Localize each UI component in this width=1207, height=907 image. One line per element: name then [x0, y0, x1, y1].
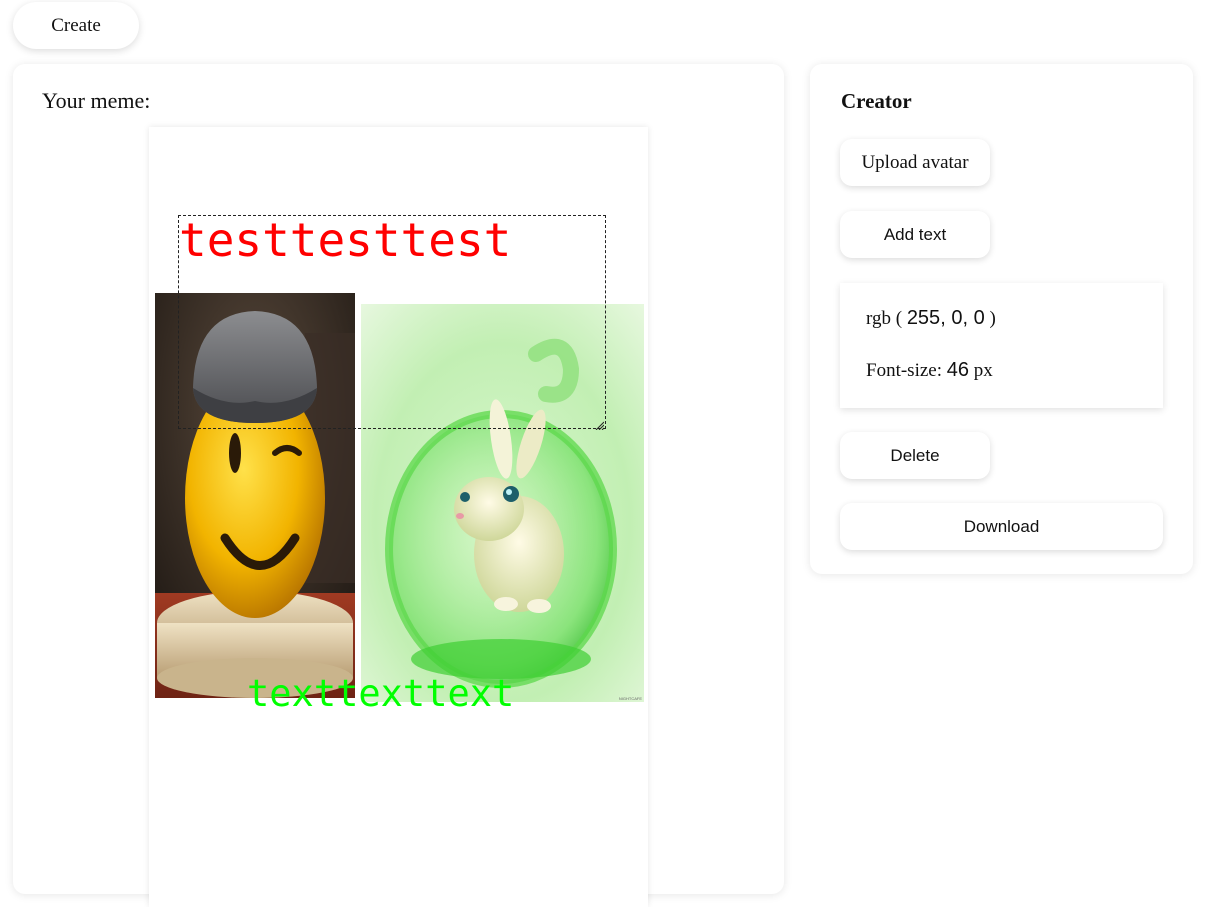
meme-panel: Your meme: NIGHTCAFE testtesttest textte…: [13, 64, 784, 907]
add-text-button[interactable]: Add text: [840, 211, 990, 258]
font-size-label: Font-size:: [866, 360, 942, 381]
font-size-unit: px: [973, 360, 993, 381]
meme-title: Your meme:: [42, 88, 151, 113]
color-g-value[interactable]: 0: [951, 307, 962, 329]
create-button[interactable]: Create: [13, 2, 139, 49]
download-button[interactable]: Download: [840, 503, 1163, 550]
upload-avatar-button[interactable]: Upload avatar: [840, 139, 990, 186]
meme-text-bottom[interactable]: texttexttext: [247, 673, 514, 715]
creator-panel: Creator Upload avatar Add text rgb ( 255…: [810, 64, 1193, 574]
meme-canvas[interactable]: NIGHTCAFE testtesttest texttexttext: [149, 127, 648, 907]
image-watermark: NIGHTCAFE: [618, 696, 642, 701]
color-r-value[interactable]: 255: [907, 307, 940, 329]
delete-button[interactable]: Delete: [840, 432, 990, 479]
creator-title: Creator: [841, 89, 912, 113]
color-sep-1: ,: [940, 307, 952, 329]
text-selection-box[interactable]: [178, 215, 606, 431]
color-sep-2: ,: [962, 307, 974, 329]
text-properties-panel: rgb ( 255, 0, 0 ) Font-size: 46 px: [840, 283, 1163, 408]
resize-handle-icon[interactable]: [594, 417, 605, 431]
color-readout[interactable]: rgb ( 255, 0, 0 ): [866, 307, 996, 330]
color-suffix: ): [989, 308, 996, 329]
font-size-readout: Font-size: 46 px: [866, 359, 993, 382]
color-b-value[interactable]: 0: [974, 307, 985, 329]
font-size-value[interactable]: 46: [947, 359, 969, 381]
color-prefix: rgb (: [866, 308, 903, 329]
